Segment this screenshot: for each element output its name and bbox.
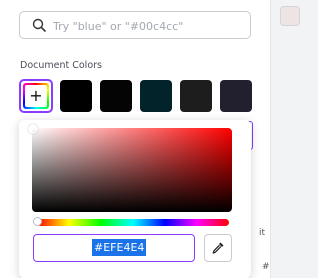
peek-text-a: it xyxy=(259,228,266,238)
color-picker-popover: #EFE4E4 xyxy=(19,120,251,278)
plus-icon: + xyxy=(25,85,47,107)
color-swatch-4[interactable] xyxy=(180,80,212,112)
document-colors-title: Document Colors xyxy=(20,60,102,71)
rainbow-ring: + xyxy=(23,83,49,109)
color-swatch-5[interactable] xyxy=(220,80,252,112)
current-color-swatch[interactable] xyxy=(280,6,300,26)
peek-text-b: # xyxy=(262,262,270,272)
eyedropper-icon xyxy=(212,242,224,254)
saturation-value-area[interactable] xyxy=(28,124,232,212)
search-icon xyxy=(32,18,46,32)
color-swatch-3[interactable] xyxy=(140,80,172,112)
sv-handle[interactable] xyxy=(28,124,38,134)
add-color-button[interactable]: + xyxy=(19,79,53,113)
color-swatch-2[interactable] xyxy=(100,80,132,112)
eyedropper-button[interactable] xyxy=(204,234,232,262)
side-toolbar xyxy=(270,0,318,278)
color-panel: Document Colors + it # #EFE4E4 xyxy=(0,0,270,278)
color-search[interactable] xyxy=(19,11,251,39)
hue-handle[interactable] xyxy=(33,217,42,226)
color-swatch-1[interactable] xyxy=(60,80,92,112)
hex-value[interactable]: #EFE4E4 xyxy=(92,239,147,256)
search-input[interactable] xyxy=(51,14,245,38)
hue-slider[interactable] xyxy=(33,217,229,226)
hex-input[interactable]: #EFE4E4 xyxy=(33,234,195,262)
